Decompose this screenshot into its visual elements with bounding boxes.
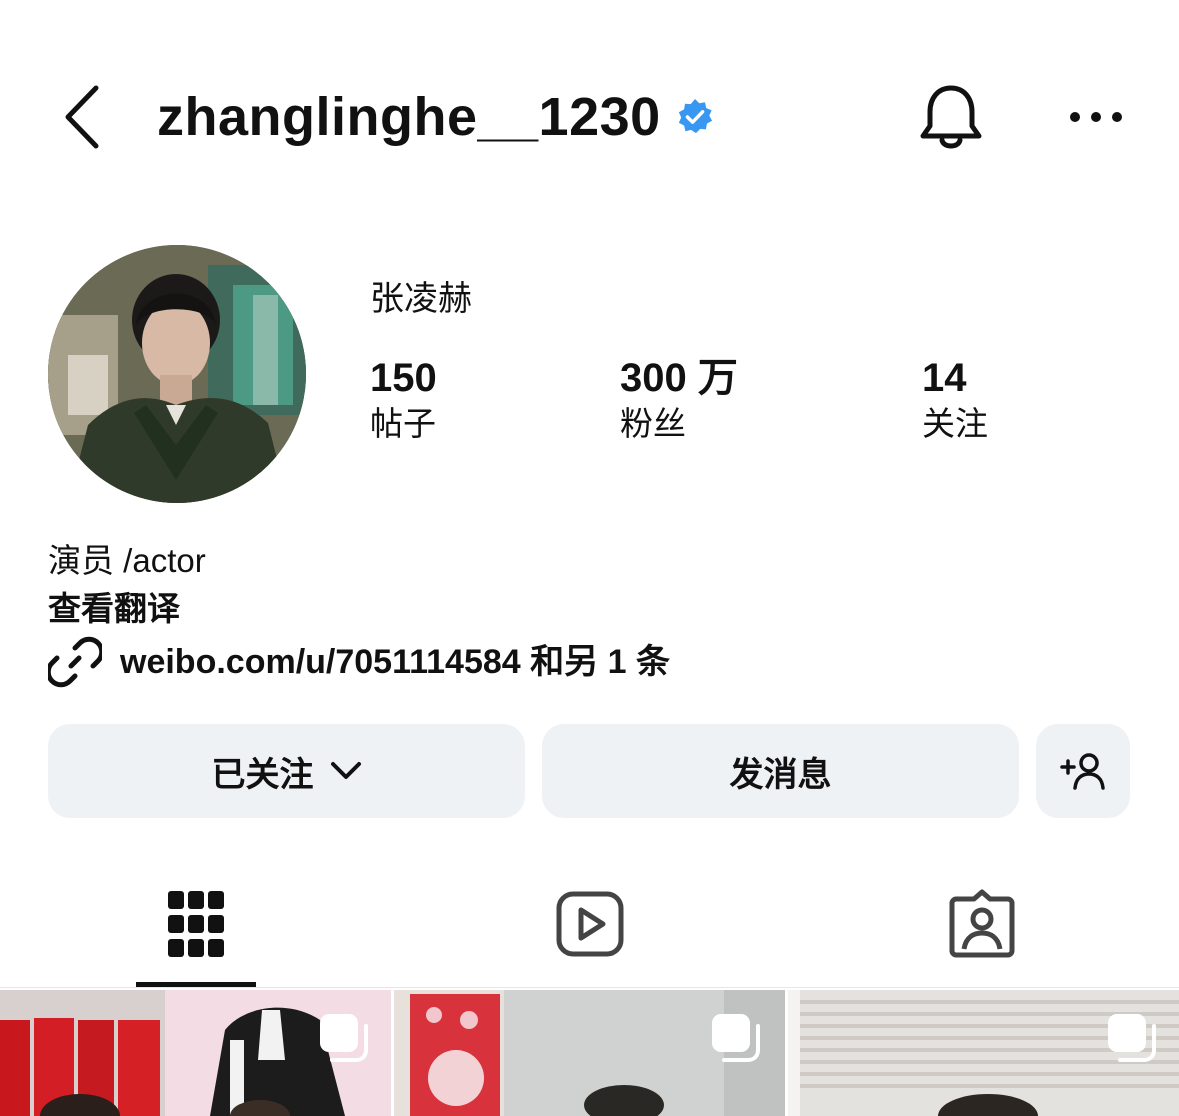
message-label: 发消息 bbox=[729, 755, 832, 794]
suggest-people-button[interactable] bbox=[1036, 724, 1130, 818]
stat-label: 关注 bbox=[922, 405, 988, 442]
multi-image-icon bbox=[712, 1014, 760, 1062]
stat-label: 粉丝 bbox=[620, 405, 686, 442]
verified-badge-icon bbox=[678, 98, 713, 134]
stat-value: 300 万 bbox=[620, 356, 738, 400]
message-button[interactable]: 发消息 bbox=[542, 724, 1019, 818]
following-label: 已关注 bbox=[211, 755, 314, 794]
posts-grid bbox=[0, 990, 1179, 1116]
stat-posts[interactable]: 150 帖子 bbox=[370, 354, 437, 446]
link-text[interactable]: weibo.com/u/7051114584 和另 1 条 bbox=[120, 638, 670, 686]
post-thumbnail[interactable] bbox=[394, 990, 785, 1116]
tab-tagged[interactable] bbox=[922, 860, 1042, 988]
following-button[interactable]: 已关注 bbox=[48, 724, 525, 818]
profile-username: zhanglinghe__1230 bbox=[157, 87, 661, 147]
stat-label: 帖子 bbox=[370, 405, 436, 442]
stat-value: 150 bbox=[370, 356, 437, 400]
stat-following[interactable]: 14 关注 bbox=[922, 354, 988, 446]
link-icon bbox=[48, 636, 102, 688]
top-bar: zhanglinghe__1230 bbox=[0, 0, 1179, 200]
bio-text: 演员 /actor bbox=[48, 542, 206, 579]
tab-posts[interactable] bbox=[136, 860, 256, 988]
stat-followers[interactable]: 300 万 粉丝 bbox=[620, 354, 738, 446]
profile-tabs bbox=[0, 860, 1179, 988]
post-thumbnail[interactable] bbox=[788, 990, 1179, 1116]
chevron-down-icon bbox=[330, 762, 361, 779]
external-link[interactable]: weibo.com/u/7051114584 和另 1 条 bbox=[48, 634, 670, 690]
bell-icon[interactable] bbox=[916, 82, 986, 154]
post-thumbnail[interactable] bbox=[0, 990, 391, 1116]
tagged-icon bbox=[949, 889, 1015, 958]
more-horizontal-icon[interactable] bbox=[1066, 100, 1126, 134]
chevron-left-icon[interactable] bbox=[58, 82, 108, 152]
display-name: 张凌赫 bbox=[370, 280, 472, 318]
see-translation-link[interactable]: 查看翻译 bbox=[48, 588, 180, 630]
tab-reels[interactable] bbox=[530, 860, 650, 988]
reels-icon bbox=[556, 891, 624, 957]
active-tab-indicator bbox=[136, 982, 256, 987]
add-person-icon bbox=[1060, 753, 1105, 790]
grid-icon bbox=[168, 891, 224, 957]
multi-image-icon bbox=[1108, 1014, 1156, 1062]
stat-value: 14 bbox=[922, 356, 967, 400]
avatar[interactable] bbox=[48, 245, 306, 503]
multi-image-icon bbox=[320, 1014, 368, 1062]
